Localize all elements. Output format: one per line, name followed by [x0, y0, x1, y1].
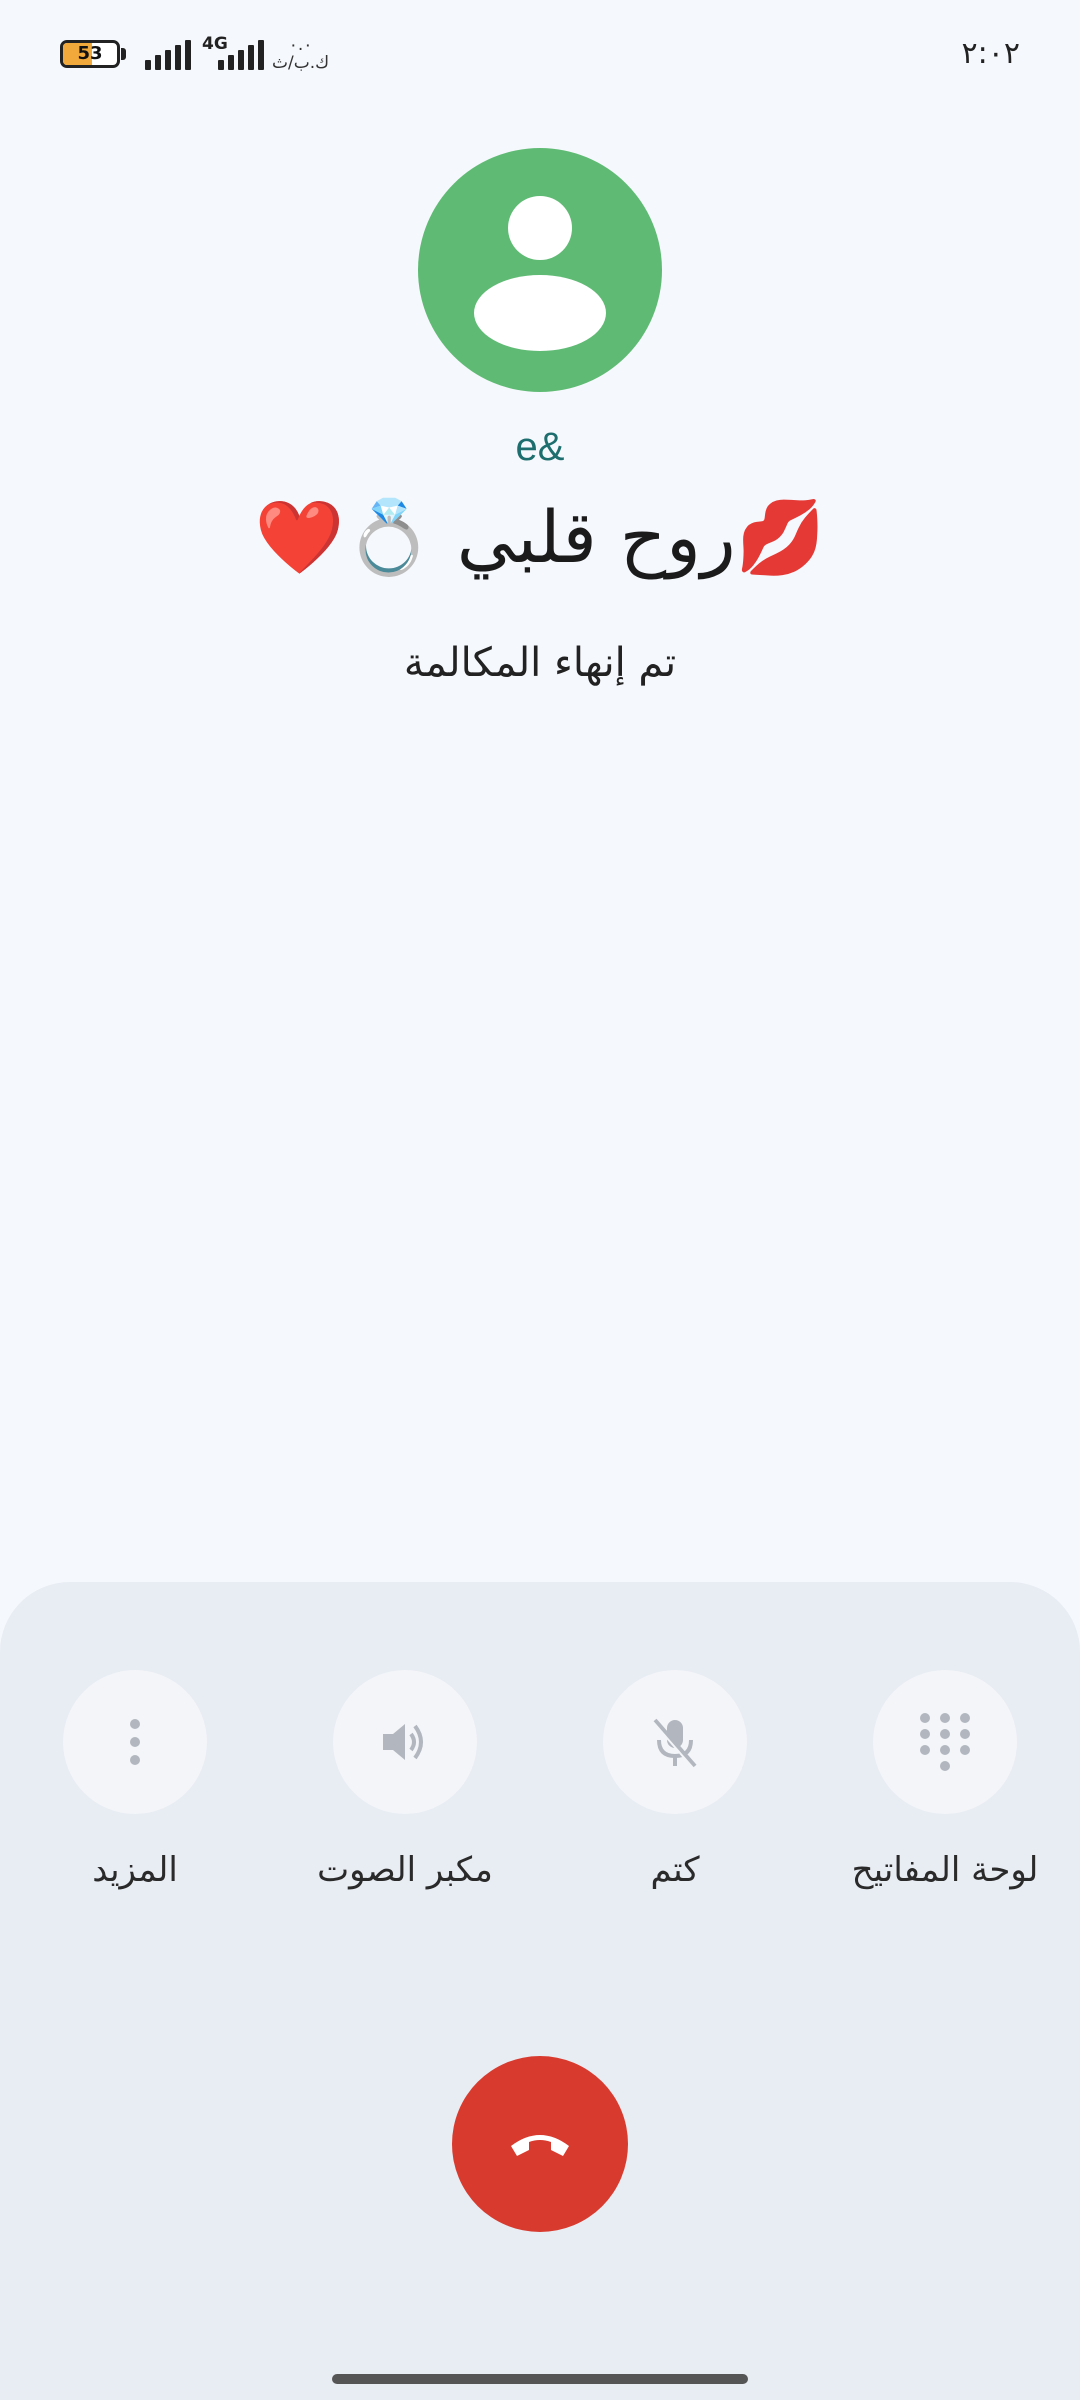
status-bar: 53 4G ٠.٠ ك.ب/ث ٢:٠٢ [0, 0, 1080, 110]
home-indicator[interactable] [332, 2374, 748, 2384]
contact-avatar [418, 148, 662, 392]
call-controls-panel: لوحة المفاتيح كتم مكبر الصوت المزيد [0, 1582, 1080, 2400]
keypad-control: لوحة المفاتيح [830, 1670, 1060, 1890]
signal-strength-icon-2 [214, 40, 264, 70]
more-control: المزيد [20, 1670, 250, 1890]
data-speed-value: ٠.٠ [288, 35, 313, 55]
mute-label: كتم [650, 1850, 700, 1890]
more-label: المزيد [92, 1850, 178, 1890]
battery-icon: 53 [60, 40, 120, 68]
speaker-control: مكبر الصوت [290, 1670, 520, 1890]
more-vertical-icon [130, 1719, 140, 1765]
call-status: تم إنهاء المكالمة [403, 640, 677, 686]
data-speed: ٠.٠ ك.ب/ث [272, 36, 329, 72]
dialpad-icon [920, 1713, 970, 1771]
more-button[interactable] [63, 1670, 207, 1814]
contact-name: 💋روح قلبي 💍❤️ [254, 495, 826, 579]
mic-off-icon [652, 1718, 697, 1769]
data-speed-unit: ك.ب/ث [272, 53, 330, 73]
status-clock: ٢:٠٢ [961, 36, 1020, 71]
battery-nub [121, 48, 126, 60]
battery-level: 53 [77, 43, 103, 64]
signal-strength-icon [145, 40, 191, 70]
speaker-button[interactable] [333, 1670, 477, 1814]
mute-control: كتم [560, 1670, 790, 1890]
end-call-button[interactable] [452, 2056, 628, 2232]
mute-button[interactable] [603, 1670, 747, 1814]
speaker-icon [383, 1724, 423, 1760]
speaker-label: مكبر الصوت [317, 1850, 493, 1890]
person-icon [474, 196, 606, 351]
phone-hangup-icon [511, 2135, 569, 2156]
keypad-label: لوحة المفاتيح [851, 1850, 1039, 1890]
keypad-button[interactable] [873, 1670, 1017, 1814]
carrier-name: e& [515, 425, 565, 469]
